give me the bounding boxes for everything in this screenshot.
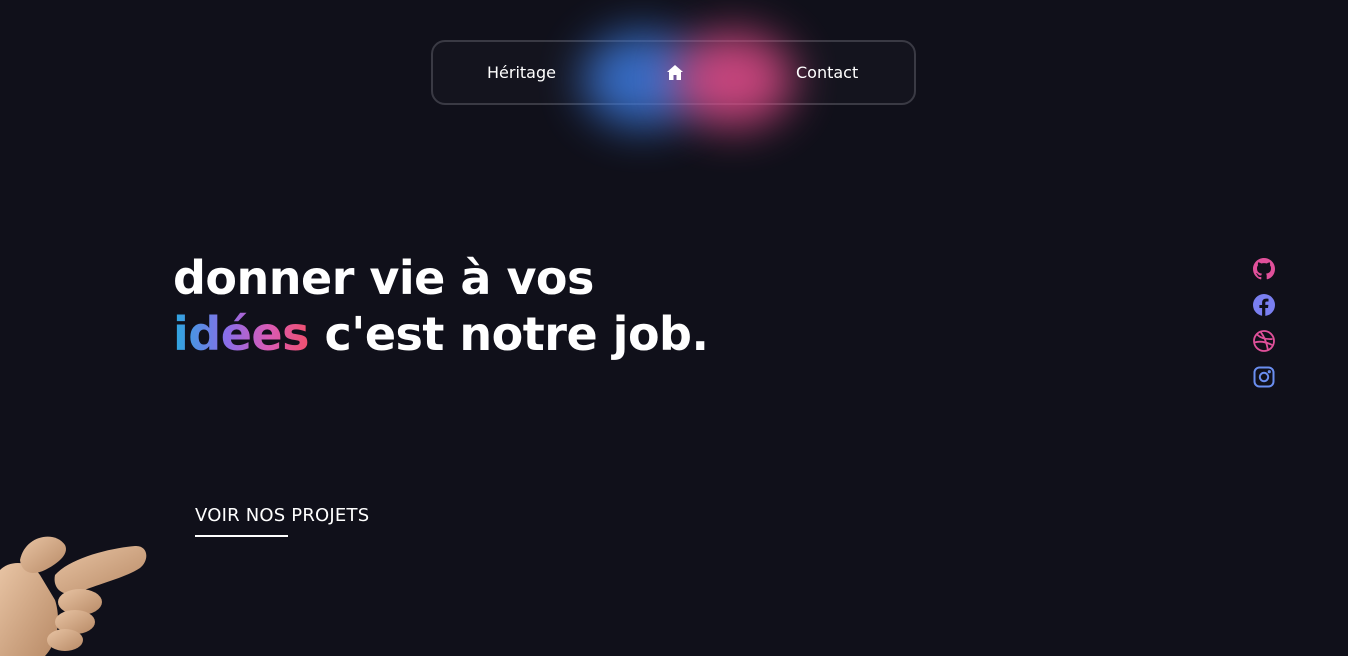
dribbble-icon[interactable] [1252,329,1276,353]
page: Héritage Contact donner vie à vos idées … [0,0,1348,656]
pointing-hand-illustration [0,536,147,656]
top-nav: Héritage Contact [431,32,916,127]
nav-link-contact[interactable]: Contact [796,42,858,103]
hero-highlight: idées [173,307,309,361]
github-icon[interactable] [1252,257,1276,281]
view-projects-link[interactable]: VOIR NOS PROJETS [195,505,369,526]
cta-underline [195,535,288,537]
hero-heading: donner vie à vos idées c'est notre job. [173,250,709,362]
instagram-icon[interactable] [1252,365,1276,389]
hero-line-2: c'est notre job. [308,307,709,361]
nav-glow-pink [673,32,793,127]
hero-line-1: donner vie à vos [173,251,594,305]
nav-glow-blue [583,32,703,127]
home-icon[interactable] [666,64,684,81]
facebook-icon[interactable] [1252,293,1276,317]
social-links [1252,257,1276,401]
nav-link-heritage[interactable]: Héritage [487,42,556,103]
